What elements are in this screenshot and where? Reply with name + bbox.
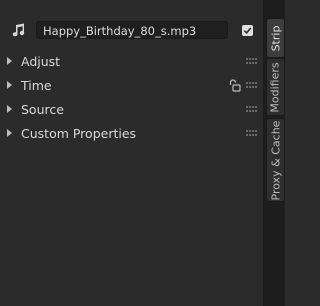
expand-arrow-icon xyxy=(7,57,12,65)
drag-handle-icon[interactable] xyxy=(246,82,257,88)
tab-proxy-cache[interactable]: Proxy & Cache xyxy=(266,118,285,202)
drag-handle-icon[interactable] xyxy=(246,130,257,136)
section-label: Adjust xyxy=(21,54,61,69)
expand-arrow-icon xyxy=(7,129,12,137)
checkmark-icon xyxy=(243,27,252,35)
expand-arrow-icon xyxy=(7,81,12,89)
tab-strip[interactable]: Strip xyxy=(266,18,285,58)
section-adjust[interactable]: Adjust xyxy=(0,52,262,72)
section-custom-properties[interactable]: Custom Properties xyxy=(0,124,262,144)
section-label: Time xyxy=(21,78,52,93)
expand-arrow-icon xyxy=(7,105,12,113)
music-note-icon xyxy=(12,23,25,37)
drag-handle-icon[interactable] xyxy=(246,58,257,64)
strip-enabled-checkbox[interactable] xyxy=(242,25,253,36)
unlocked-padlock-icon[interactable] xyxy=(229,79,241,92)
properties-tab-strip: Strip Modifiers Proxy & Cache xyxy=(263,0,285,306)
tab-modifiers[interactable]: Modifiers xyxy=(266,58,285,116)
drag-handle-icon[interactable] xyxy=(246,106,257,112)
section-label: Source xyxy=(21,102,64,117)
section-source[interactable]: Source xyxy=(0,100,262,120)
properties-panel: Happy_Birthday_80_s.mp3 Adjust Time Sour… xyxy=(0,0,262,306)
tab-label: Modifiers xyxy=(269,61,282,113)
tab-label: Strip xyxy=(269,25,283,51)
section-time[interactable]: Time xyxy=(0,76,262,96)
strip-header: Happy_Birthday_80_s.mp3 xyxy=(0,20,262,42)
strip-name-field[interactable]: Happy_Birthday_80_s.mp3 xyxy=(36,21,228,39)
tab-label: Proxy & Cache xyxy=(269,120,283,200)
section-label: Custom Properties xyxy=(21,126,137,141)
